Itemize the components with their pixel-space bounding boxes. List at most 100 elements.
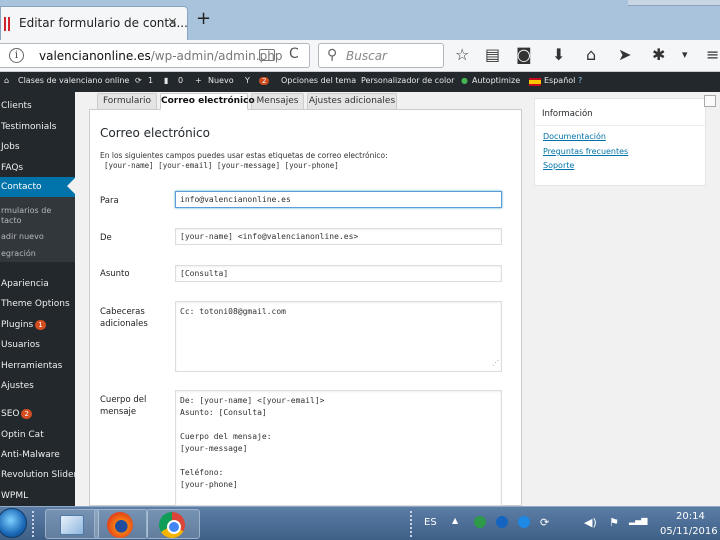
- home-icon[interactable]: ⌂: [586, 44, 596, 66]
- firefox-taskbar-button[interactable]: [94, 509, 148, 539]
- send-icon[interactable]: ➤: [618, 44, 631, 66]
- show-hidden-icons[interactable]: ▲: [452, 516, 458, 525]
- yoast-icon[interactable]: Y: [245, 76, 250, 85]
- url-text: valencianonline.es/wp-admin/admin.php: [39, 49, 282, 63]
- sidebar-item-apariencia[interactable]: Apariencia: [0, 274, 75, 294]
- tray-malwarebytes-icon[interactable]: [496, 516, 508, 528]
- sidebar-item-revolution-slider[interactable]: Revolution Slider: [0, 465, 75, 485]
- wp-admin-bar: ⌂ Clases de valenciano online ⟳ 1 ▮ 0 + …: [0, 72, 720, 92]
- updates-icon[interactable]: ⟳: [135, 76, 142, 85]
- tab-correo-electronico[interactable]: Correo electrónico: [160, 93, 255, 110]
- sidebar-item-jobs[interactable]: Jobs: [0, 137, 75, 157]
- body-textarea[interactable]: De: [your-name] <[your-email]> Asunto: […: [175, 390, 502, 506]
- tab-ajustes-adicionales[interactable]: Ajustes adicionales: [307, 93, 397, 110]
- link-preguntas-frecuentes[interactable]: Preguntas frecuentes: [543, 147, 628, 156]
- sidebar-sub-forms[interactable]: rmularios de tacto: [0, 206, 75, 228]
- sidebar-item-seo[interactable]: SEO 2: [0, 404, 75, 424]
- search-bar[interactable]: ⚲ Buscar: [318, 43, 444, 68]
- sidebar-item-usuarios[interactable]: Usuarios: [0, 335, 75, 355]
- volume-icon[interactable]: ◀): [584, 516, 597, 529]
- link-documentacion[interactable]: Documentación: [543, 132, 606, 141]
- admin-bar-theme-options[interactable]: Opciones del tema: [281, 76, 356, 85]
- spain-flag-icon: [529, 78, 541, 86]
- sidebar-item-theme-options[interactable]: Theme Options: [0, 294, 75, 314]
- clock-date[interactable]: 05/11/2016: [660, 526, 718, 537]
- site-info-icon[interactable]: i: [9, 48, 24, 63]
- admin-bar-site-name[interactable]: Clases de valenciano online: [18, 76, 129, 85]
- sidebar-item-wpml[interactable]: WPML: [0, 486, 75, 506]
- admin-bar-language[interactable]: Español: [544, 76, 575, 85]
- info-title: Información: [542, 109, 593, 119]
- headers-textarea[interactable]: Cc: totoni08@gmail.com ⋰: [175, 301, 502, 372]
- browser-tab[interactable]: Editar formulario de conta... ×: [0, 6, 188, 40]
- explorer-taskbar-button[interactable]: [45, 509, 99, 539]
- tab-mensajes[interactable]: Mensajes: [251, 93, 304, 110]
- language-indicator[interactable]: ES: [424, 517, 437, 528]
- sidebar-item-anti-malware[interactable]: Anti-Malware: [0, 445, 75, 465]
- window-controls[interactable]: [628, 0, 720, 6]
- menu-dropdown-icon[interactable]: ▾: [682, 44, 688, 66]
- mail-settings-panel: Correo electrónico En los siguientes cam…: [89, 109, 522, 506]
- yoast-badge: 2: [259, 77, 270, 85]
- admin-bar-new[interactable]: Nuevo: [208, 76, 234, 85]
- admin-bar-autoptimize[interactable]: Autoptimize: [472, 76, 520, 85]
- seo-badge: 2: [21, 409, 32, 419]
- search-icon: ⚲: [327, 47, 338, 63]
- sidebar-item-ajustes[interactable]: Ajustes: [0, 376, 75, 396]
- tray-e-icon[interactable]: [518, 516, 530, 528]
- to-input[interactable]: info@valencianonline.es: [175, 191, 502, 208]
- mail-tags: [your-name] [your-email] [your-message] …: [104, 161, 339, 170]
- pause-icon: [4, 17, 10, 31]
- help-icon[interactable]: ?: [578, 76, 582, 85]
- sidebar-item-contacto[interactable]: Contacto: [0, 177, 75, 197]
- sidebar-item-clients[interactable]: Clients: [0, 96, 75, 116]
- sidebar-item-plugins[interactable]: Plugins 1: [0, 315, 75, 335]
- tab-formulario[interactable]: Formulario: [97, 93, 157, 110]
- sidebar-sub-integration[interactable]: egración: [0, 246, 75, 262]
- browser-toolbar: i valencianonline.es/wp-admin/admin.php …: [0, 40, 720, 72]
- sidebar-item-plugins-label: Plugins: [1, 320, 34, 330]
- signal-icon[interactable]: ▂▄▆: [629, 516, 647, 525]
- extension-icon[interactable]: ✱: [652, 44, 665, 66]
- tray-grip: [410, 511, 416, 537]
- clock-time[interactable]: 20:14: [676, 511, 705, 522]
- search-placeholder: Buscar: [346, 49, 387, 63]
- start-button[interactable]: [0, 508, 27, 538]
- comments-icon[interactable]: ▮: [164, 76, 168, 85]
- admin-sidebar: Clients Testimonials Jobs FAQs Contacto …: [0, 92, 75, 506]
- site-home-icon[interactable]: ⌂: [4, 76, 9, 85]
- close-tab-icon[interactable]: ×: [167, 15, 178, 30]
- url-bar[interactable]: i valencianonline.es/wp-admin/admin.php …: [0, 43, 310, 68]
- subject-input[interactable]: [Consulta]: [175, 265, 502, 282]
- reader-view-icon[interactable]: [259, 49, 275, 61]
- bookmark-star-icon[interactable]: ☆: [455, 44, 469, 66]
- sidebar-item-herramientas[interactable]: Herramientas: [0, 356, 75, 376]
- autoptimize-icon: ●: [461, 76, 468, 85]
- panel-title: Correo electrónico: [100, 126, 210, 140]
- firefox-icon: [107, 512, 133, 538]
- browser-tab-title: Editar formulario de conta...: [19, 16, 188, 30]
- pocket-icon[interactable]: ◙: [516, 44, 532, 66]
- hamburger-menu-icon[interactable]: ≡: [706, 44, 719, 66]
- chrome-taskbar-button[interactable]: [146, 509, 200, 539]
- sidebar-item-optin-cat[interactable]: Optin Cat: [0, 425, 75, 445]
- sidebar-sub-add-new[interactable]: adir nuevo: [0, 229, 75, 245]
- sidebar-item-testimonials[interactable]: Testimonials: [0, 117, 75, 137]
- reload-icon[interactable]: C: [289, 46, 299, 62]
- new-tab-button[interactable]: +: [196, 10, 211, 28]
- link-soporte[interactable]: Soporte: [543, 161, 574, 170]
- library-icon[interactable]: ▤: [485, 44, 500, 66]
- resize-handle-icon[interactable]: ⋰: [492, 357, 499, 369]
- tray-app-icon[interactable]: [474, 516, 486, 528]
- download-icon[interactable]: ⬇: [552, 44, 565, 66]
- plugins-badge: 1: [35, 320, 46, 330]
- admin-bar-color-customizer[interactable]: Personalizador de color: [361, 76, 454, 85]
- action-center-flag-icon[interactable]: ⚑: [609, 516, 619, 529]
- body-label: Cuerpo del mensaje: [100, 395, 147, 417]
- panel-toggle-icon[interactable]: [704, 95, 716, 107]
- network-icon[interactable]: ⟳: [540, 516, 549, 529]
- sidebar-item-seo-label: SEO: [1, 409, 20, 419]
- sidebar-item-faqs[interactable]: FAQs: [0, 158, 75, 178]
- active-menu-arrow: [67, 178, 75, 194]
- from-input[interactable]: [your-name] <info@valencianonline.es>: [175, 228, 502, 245]
